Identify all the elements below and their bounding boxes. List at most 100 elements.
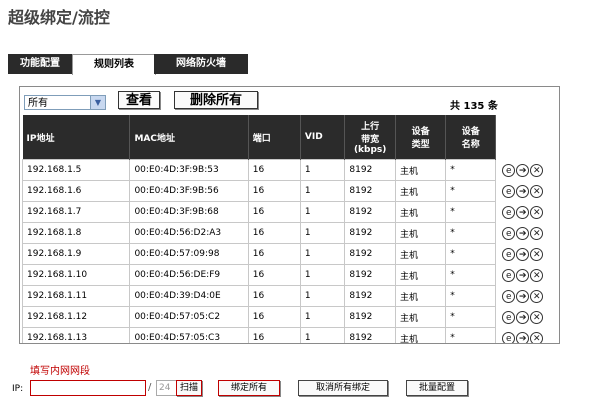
edit-icon[interactable]: e (502, 331, 516, 343)
close-icon[interactable]: ✕ (530, 184, 544, 198)
arrow-right-icon[interactable]: ➔ (516, 247, 530, 261)
slash-separator: / (148, 382, 152, 393)
bandwidth-cell: 8192 (344, 264, 396, 286)
device-type-cell: 主机 (394, 159, 447, 181)
arrow-right-icon[interactable]: ➔ (516, 184, 530, 198)
unbind-all-button[interactable]: 取消所有绑定 (298, 380, 388, 396)
device-name-cell: * (445, 180, 497, 202)
close-icon[interactable]: ✕ (530, 205, 544, 219)
ip-cell: 192.168.1.12 (21, 306, 131, 328)
table-header-row: IP地址 MAC地址 端口 VID 上行 带宽 (kbps) 设备 类型 设备 … (22, 115, 559, 160)
close-icon[interactable]: ✕ (530, 289, 544, 303)
close-icon[interactable]: ✕ (530, 268, 544, 282)
col-ip-label: IP地址 (26, 133, 55, 144)
rule-list-panel: 所有 ▼ 查看 删除所有 共 135 条 IP地址 MAC地址 端口 VID 上… (19, 86, 560, 344)
col-vid-label: VID (304, 132, 323, 142)
col-device-type: 设备 类型 (395, 115, 447, 160)
device-type-cell: 主机 (394, 201, 447, 223)
vid-cell: 1 (299, 180, 346, 202)
vid-cell: 1 (299, 201, 346, 223)
col-mac-label: MAC地址 (134, 133, 175, 144)
edit-icon[interactable]: e (502, 247, 516, 261)
device-name-cell: * (445, 201, 497, 223)
edit-icon[interactable]: e (502, 289, 516, 303)
row-actions: e ➔ ✕ (496, 307, 559, 328)
device-name-cell: * (445, 222, 497, 244)
row-actions: e ➔ ✕ (496, 160, 559, 181)
close-icon[interactable]: ✕ (530, 331, 544, 343)
arrow-right-icon[interactable]: ➔ (516, 205, 530, 219)
close-icon[interactable]: ✕ (530, 310, 544, 324)
ip-input[interactable] (30, 380, 146, 396)
edit-icon[interactable]: e (502, 268, 516, 282)
device-type-cell: 主机 (394, 264, 447, 286)
close-icon[interactable]: ✕ (530, 163, 544, 177)
mac-cell: 00:E0:4D:57:05:C2 (129, 306, 249, 328)
arrow-right-icon[interactable]: ➔ (516, 163, 530, 177)
arrow-right-icon[interactable]: ➔ (516, 289, 530, 303)
arrow-right-icon[interactable]: ➔ (516, 331, 530, 343)
port-cell: 16 (247, 264, 301, 286)
bind-all-button[interactable]: 绑定所有 (218, 380, 280, 396)
arrow-right-icon[interactable]: ➔ (516, 226, 530, 240)
arrow-right-icon[interactable]: ➔ (516, 310, 530, 324)
row-actions: e ➔ ✕ (496, 181, 559, 202)
mac-cell: 00:E0:4D:56:DE:F9 (129, 264, 249, 286)
view-button[interactable]: 查看 (118, 91, 160, 109)
vid-cell: 1 (299, 306, 346, 328)
port-cell: 16 (247, 180, 301, 202)
mac-cell: 00:E0:4D:39:D4:0E (129, 285, 249, 307)
mac-cell: 00:E0:4D:57:09:98 (129, 243, 249, 265)
row-actions: e ➔ ✕ (496, 265, 559, 286)
toolbar: 所有 ▼ 查看 删除所有 共 135 条 (20, 87, 559, 113)
edit-icon[interactable]: e (502, 184, 516, 198)
edit-icon[interactable]: e (502, 310, 516, 324)
bandwidth-cell: 8192 (344, 159, 396, 181)
device-type-cell: 主机 (394, 222, 447, 244)
row-actions: e ➔ ✕ (496, 223, 559, 244)
ip-cell: 192.168.1.6 (21, 180, 131, 202)
edit-icon[interactable]: e (502, 163, 516, 177)
scan-button[interactable]: 扫描 (176, 380, 202, 396)
device-name-cell: * (445, 264, 497, 286)
row-actions: e ➔ ✕ (496, 286, 559, 307)
col-device-type-label: 设备 类型 (411, 127, 430, 150)
tab-firewall[interactable]: 网络防火墙 (154, 54, 248, 74)
col-mac: MAC地址 (129, 115, 249, 160)
arrow-right-icon[interactable]: ➔ (516, 268, 530, 282)
edit-icon[interactable]: e (502, 205, 516, 219)
col-ip: IP地址 (22, 115, 131, 160)
device-name-cell: * (445, 243, 497, 265)
table-row: 192.168.1.10 00:E0:4D:56:DE:F9 16 1 8192 主机 * e… (21, 264, 559, 286)
close-icon[interactable]: ✕ (530, 226, 544, 240)
tab-function-config[interactable]: 功能配置 (8, 54, 72, 74)
bandwidth-cell: 8192 (344, 285, 396, 307)
bandwidth-cell: 8192 (344, 243, 396, 265)
device-type-cell: 主机 (394, 285, 447, 307)
chevron-down-icon[interactable]: ▼ (90, 96, 105, 109)
vid-cell: 1 (299, 327, 346, 343)
table-row: 192.168.1.12 00:E0:4D:57:05:C2 16 1 8192 主机 * e… (21, 306, 559, 328)
filter-select[interactable]: 所有 ▼ (24, 95, 106, 110)
bandwidth-cell: 8192 (344, 180, 396, 202)
table-row: 192.168.1.13 00:E0:4D:57:05:C3 16 1 8192 主机 * e… (21, 327, 559, 343)
device-type-cell: 主机 (394, 243, 447, 265)
edit-icon[interactable]: e (502, 226, 516, 240)
row-actions: e ➔ ✕ (496, 244, 559, 265)
close-icon[interactable]: ✕ (530, 247, 544, 261)
delete-all-button[interactable]: 删除所有 (174, 91, 258, 109)
table-row: 192.168.1.7 00:E0:4D:3F:9B:68 16 1 8192 主机 * e ➔… (21, 201, 559, 223)
table-row: 192.168.1.5 00:E0:4D:3F:9B:53 16 1 8192 主机 * e ➔… (21, 159, 559, 181)
col-bandwidth-label: 上行 带宽 (kbps) (353, 122, 387, 155)
subnet-hint: 填写内网网段 (30, 366, 90, 377)
ip-cell: 192.168.1.7 (21, 201, 131, 223)
batch-config-button[interactable]: 批量配置 (406, 380, 468, 396)
tab-rule-list[interactable]: 规则列表 (72, 54, 156, 75)
bandwidth-cell: 8192 (344, 222, 396, 244)
vid-cell: 1 (299, 264, 346, 286)
vid-cell: 1 (299, 243, 346, 265)
port-cell: 16 (247, 201, 301, 223)
ip-cell: 192.168.1.9 (21, 243, 131, 265)
mac-cell: 00:E0:4D:57:05:C3 (129, 327, 249, 343)
mac-cell: 00:E0:4D:3F:9B:56 (129, 180, 249, 202)
